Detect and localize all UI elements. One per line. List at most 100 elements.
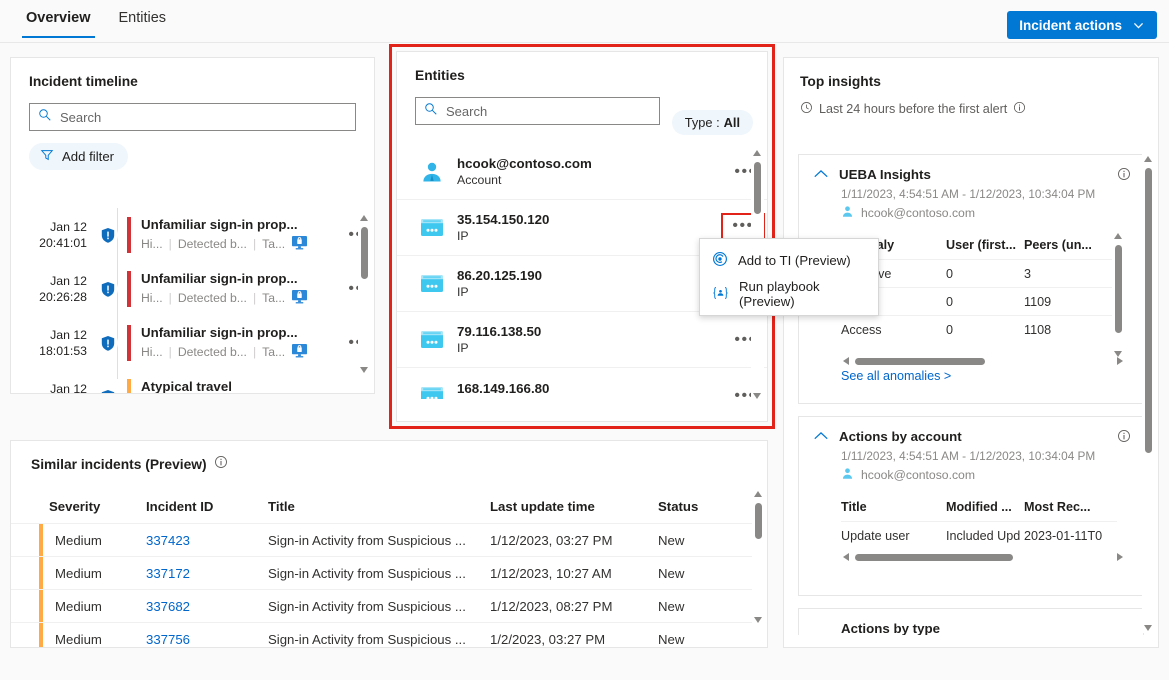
scrollbar-thumb[interactable] (754, 162, 761, 214)
scroll-right-arrow-icon[interactable] (1117, 357, 1123, 365)
see-all-anomalies-link[interactable]: See all anomalies > (841, 369, 951, 383)
table-row[interactable]: Medium337172Sign-in Activity from Suspic… (11, 556, 754, 589)
timeline-item-severity-label: Hi... (141, 291, 163, 305)
playbook-icon (712, 285, 729, 304)
severity-bar (39, 590, 43, 622)
add-filter-label: Add filter (62, 149, 114, 164)
info-icon[interactable] (1117, 429, 1131, 448)
timeline-item-body: Unfamiliar sign-in prop...Hi...|Detected… (141, 217, 344, 253)
ueba-insights-title-row[interactable]: UEBA Insights (813, 167, 1129, 182)
scroll-down-arrow-icon[interactable] (754, 617, 762, 623)
table-header-row: Anomaly User (first... Peers (un... (841, 231, 1117, 259)
scrollbar-thumb[interactable] (855, 358, 985, 365)
cell-incident-id[interactable]: 337756 (146, 632, 268, 647)
cell-status: New (658, 599, 748, 614)
scrollbar-thumb[interactable] (361, 227, 368, 279)
top-insights-header: Top insights Last 24 hours before the fi… (784, 58, 1158, 117)
tab-entities[interactable]: Entities (105, 0, 181, 36)
time-scope-label: Last 24 hours before the first alert (819, 102, 1007, 116)
actions-by-account-title-row[interactable]: Actions by account (813, 429, 1129, 444)
cell-peers-unique: 1108 (1024, 323, 1109, 337)
entity-name: 79.116.138.50 (457, 324, 723, 339)
timeline-search-input[interactable] (60, 110, 347, 125)
entity-row[interactable]: 168.149.166.80IP••• (397, 368, 767, 399)
timeline-search-box[interactable] (29, 103, 356, 131)
timeline-item-clock: 20:26:28 (11, 289, 87, 305)
timeline-scrollbar[interactable] (358, 213, 371, 375)
scroll-down-arrow-icon[interactable] (753, 393, 761, 399)
column-header-title: Title (841, 500, 946, 514)
top-insights-panel: Top insights Last 24 hours before the fi… (783, 57, 1159, 648)
tab-overview[interactable]: Overview (12, 0, 105, 36)
info-icon[interactable] (1117, 167, 1131, 186)
ueba-table-hscrollbar[interactable] (841, 355, 1125, 368)
cell-title: Sign-in Activity from Suspicious ... (268, 533, 490, 548)
scroll-right-arrow-icon[interactable] (1117, 553, 1123, 561)
entity-type-filter[interactable]: Type : All (672, 110, 753, 135)
entity-monitor-icon (291, 235, 308, 253)
scroll-up-arrow-icon[interactable] (1114, 233, 1122, 239)
timeline-item-time: Jan 1218:01:53 (11, 327, 89, 359)
ueba-table-scrollbar[interactable] (1112, 231, 1125, 359)
cell-incident-id[interactable]: 337682 (146, 599, 268, 614)
cell-most-recent: 2023-01-11T0 (1024, 529, 1109, 543)
ueba-account: hcook@contoso.com (841, 205, 1129, 221)
scrollbar-thumb[interactable] (1115, 245, 1122, 333)
chevron-up-icon[interactable] (813, 167, 829, 182)
scroll-up-arrow-icon[interactable] (360, 215, 368, 221)
timeline-item-date: Jan 12 (11, 219, 87, 235)
top-insights-title: Top insights (800, 74, 1140, 89)
entities-search-input[interactable] (446, 104, 651, 119)
menu-item-add-to-ti[interactable]: Add to TI (Preview) (700, 243, 878, 277)
actions-by-account-hscrollbar[interactable] (841, 551, 1125, 564)
ip-icon (419, 215, 445, 241)
chevron-up-icon[interactable] (813, 429, 829, 444)
menu-item-run-playbook[interactable]: Run playbook (Preview) (700, 277, 878, 311)
alert-shield-icon (98, 278, 118, 300)
table-row[interactable]: Medium337423Sign-in Activity from Suspic… (11, 523, 754, 556)
scroll-up-arrow-icon[interactable] (754, 491, 762, 497)
incident-actions-button[interactable]: Incident actions (1007, 11, 1157, 39)
cell-incident-id[interactable]: 337172 (146, 566, 268, 581)
cell-incident-id[interactable]: 337423 (146, 533, 268, 548)
entity-row[interactable]: hcook@contoso.comAccount••• (397, 144, 767, 200)
timeline-item[interactable]: Jan 1218:01:53Unfamiliar sign-in prop...… (11, 316, 374, 370)
entities-search-box[interactable] (415, 97, 660, 125)
scroll-down-arrow-icon[interactable] (360, 367, 368, 373)
table-row[interactable]: Medium337756Sign-in Activity from Suspic… (11, 622, 754, 647)
tab-entities-label: Entities (119, 10, 167, 26)
table-row: nistrative03 (841, 259, 1117, 287)
scroll-up-arrow-icon[interactable] (1144, 156, 1152, 162)
timeline-item-title: Unfamiliar sign-in prop... (141, 217, 344, 232)
scrollbar-thumb[interactable] (1145, 168, 1152, 453)
cell-anomaly: Access (841, 323, 946, 337)
entity-row[interactable]: 79.116.138.50IP••• (397, 312, 767, 368)
entity-context-menu: Add to TI (Preview) Run playbook (Previe… (699, 238, 879, 316)
info-icon[interactable] (214, 455, 228, 474)
similar-incidents-panel: Similar incidents (Preview) Severity Inc… (10, 440, 768, 648)
column-header-severity: Severity (11, 499, 146, 514)
scrollbar-thumb[interactable] (855, 554, 1013, 561)
scroll-left-arrow-icon[interactable] (843, 553, 849, 561)
timeline-item[interactable]: Jan 1218:01:53Atypical travelM...|Detect… (11, 370, 374, 393)
entity-row-body: 35.154.150.120IP (457, 212, 723, 243)
entities-highlight-box: Entities Type : All hcook@contoso.comAcc… (389, 44, 775, 429)
timeline-item[interactable]: Jan 1220:26:28Unfamiliar sign-in prop...… (11, 262, 374, 316)
scroll-up-arrow-icon[interactable] (753, 150, 761, 156)
column-header-last-update: Last update time (490, 499, 658, 514)
table-row[interactable]: Medium337682Sign-in Activity from Suspic… (11, 589, 754, 622)
timeline-item-date: Jan 12 (11, 327, 87, 343)
entity-row-body: hcook@contoso.comAccount (457, 156, 723, 187)
timeline-item[interactable]: Jan 1220:41:01Unfamiliar sign-in prop...… (11, 208, 374, 262)
scroll-down-arrow-icon[interactable] (1144, 625, 1152, 631)
entities-panel: Entities Type : All hcook@contoso.comAcc… (396, 51, 768, 422)
cell-status: New (658, 533, 748, 548)
info-icon[interactable] (1013, 101, 1026, 117)
add-filter-button[interactable]: Add filter (29, 143, 128, 170)
top-insights-scrollbar[interactable] (1142, 154, 1155, 633)
entity-monitor-icon (291, 343, 308, 361)
timeline-item-more-button[interactable]: ••• (344, 388, 374, 393)
scroll-left-arrow-icon[interactable] (843, 357, 849, 365)
similar-incidents-scrollbar[interactable] (752, 489, 765, 625)
scrollbar-thumb[interactable] (755, 503, 762, 539)
